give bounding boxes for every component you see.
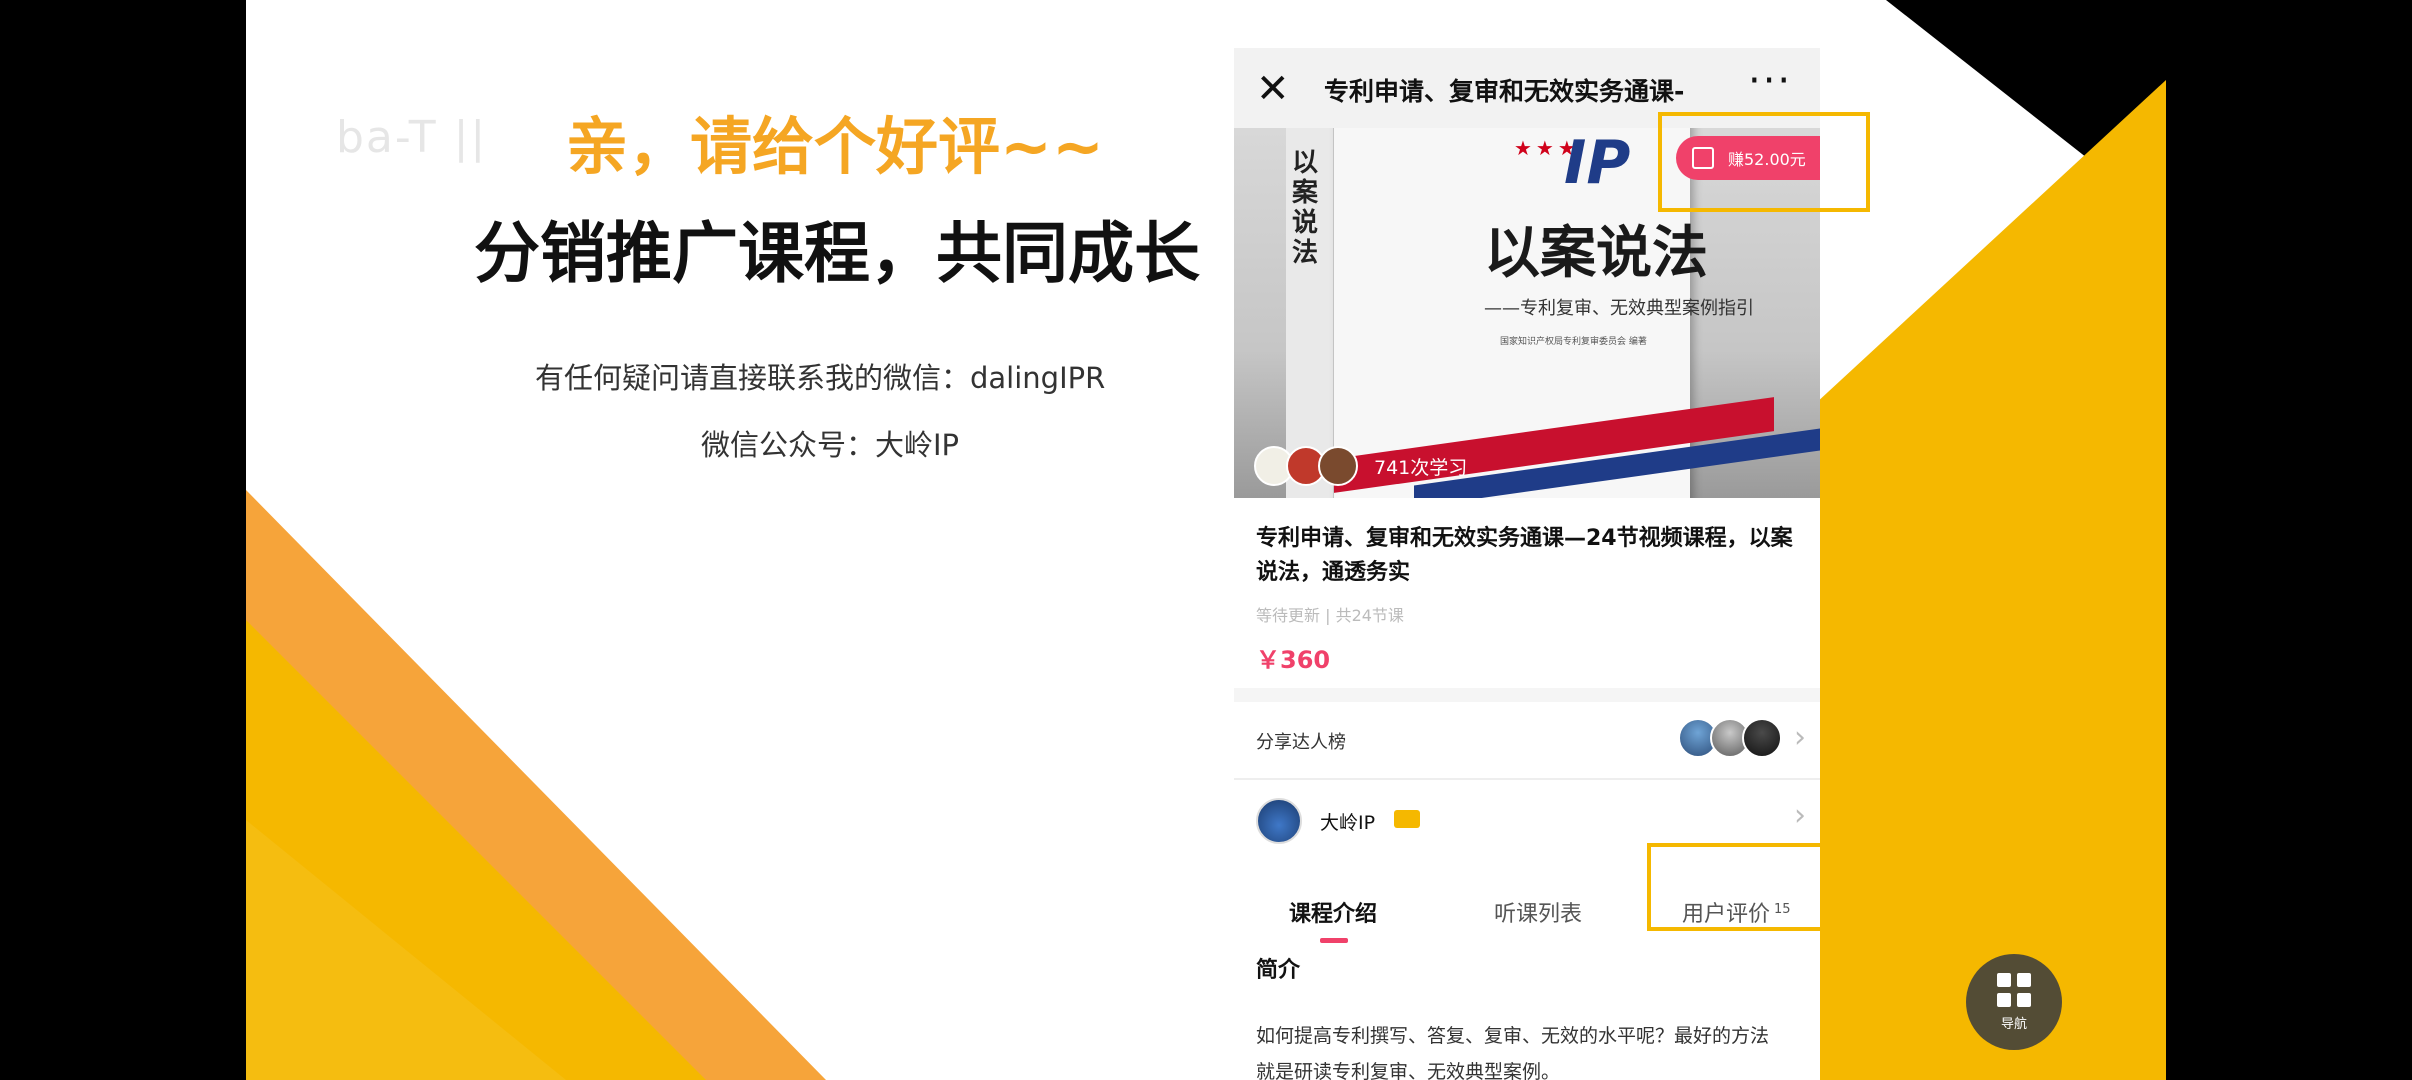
more-icon[interactable]: ··· bbox=[1748, 58, 1792, 104]
author-name: 大岭IP bbox=[1320, 808, 1375, 835]
highlight-box-earn bbox=[1658, 112, 1870, 212]
intro-heading: 简介 bbox=[1256, 952, 1300, 984]
intro-body: 如何提高专利撰写、答复、复审、无效的水平呢？最好的方法 就是研读专利复审、无效典… bbox=[1256, 1018, 1816, 1080]
headline: 亲，请给个好评~~ bbox=[566, 96, 1104, 186]
ranking-avatars bbox=[1686, 718, 1782, 758]
course-title: 专利申请、复审和无效实务通课—24节视频课程，以案说法，通透务实 bbox=[1256, 522, 1796, 590]
book-logo: IP bbox=[1564, 128, 1630, 198]
intro-line-2: 就是研读专利复审、无效典型案例。 bbox=[1256, 1054, 1816, 1080]
study-bar: 741次学习 bbox=[1254, 446, 1467, 486]
slide-decoration bbox=[246, 0, 2166, 1080]
book-spine-title: 以案说法 bbox=[1292, 148, 1328, 268]
highlight-box-reviews bbox=[1647, 843, 1837, 931]
intro-line-1: 如何提高专利撰写、答复、复审、无效的水平呢？最好的方法 bbox=[1256, 1018, 1816, 1054]
course-price: ￥360 bbox=[1256, 640, 1330, 675]
avatar bbox=[1318, 446, 1358, 486]
grid-icon bbox=[1997, 973, 2031, 1007]
ghost-logo: ba-T || bbox=[336, 112, 487, 163]
nav-fab[interactable]: 导航 bbox=[1966, 954, 2062, 1050]
tab-course-intro[interactable]: 课程介绍 bbox=[1289, 896, 1377, 928]
contact-public-account: 微信公众号：大岭IP bbox=[701, 422, 959, 464]
book-publisher: 国家知识产权局专利复审委员会 编著 bbox=[1500, 334, 1647, 347]
book-subtitle: ——专利复审、无效典型案例指引 bbox=[1484, 294, 1754, 320]
author-badge-icon bbox=[1394, 810, 1420, 828]
avatar bbox=[1742, 718, 1782, 758]
nav-title: 专利申请、复审和无效实务通课- bbox=[1324, 72, 1734, 108]
ranking-label: 分享达人榜 bbox=[1256, 728, 1346, 754]
update-status: 等待更新 | 共24节课 bbox=[1256, 602, 1404, 626]
chevron-right-icon: › bbox=[1794, 798, 1806, 833]
chevron-right-icon: › bbox=[1794, 720, 1806, 755]
section-divider bbox=[1234, 688, 1820, 702]
close-icon[interactable]: ✕ bbox=[1256, 66, 1290, 112]
fab-label: 导航 bbox=[2001, 1013, 2027, 1032]
book-title: 以案说法 bbox=[1484, 208, 1708, 289]
contact-wechat: 有任何疑问请直接联系我的微信：dalingIPR bbox=[535, 355, 1105, 397]
share-ranking-row[interactable]: 分享达人榜 › bbox=[1234, 702, 1820, 778]
slide: ba-T || 亲，请给个好评~~ 分销推广课程，共同成长 有任何疑问请直接联系… bbox=[246, 0, 2166, 1080]
tab-active-indicator bbox=[1320, 938, 1348, 943]
study-count: 741次学习 bbox=[1374, 453, 1467, 480]
tab-lesson-list[interactable]: 听课列表 bbox=[1494, 896, 1582, 928]
subline: 分销推广课程，共同成长 bbox=[474, 200, 1200, 296]
author-avatar bbox=[1256, 798, 1302, 844]
